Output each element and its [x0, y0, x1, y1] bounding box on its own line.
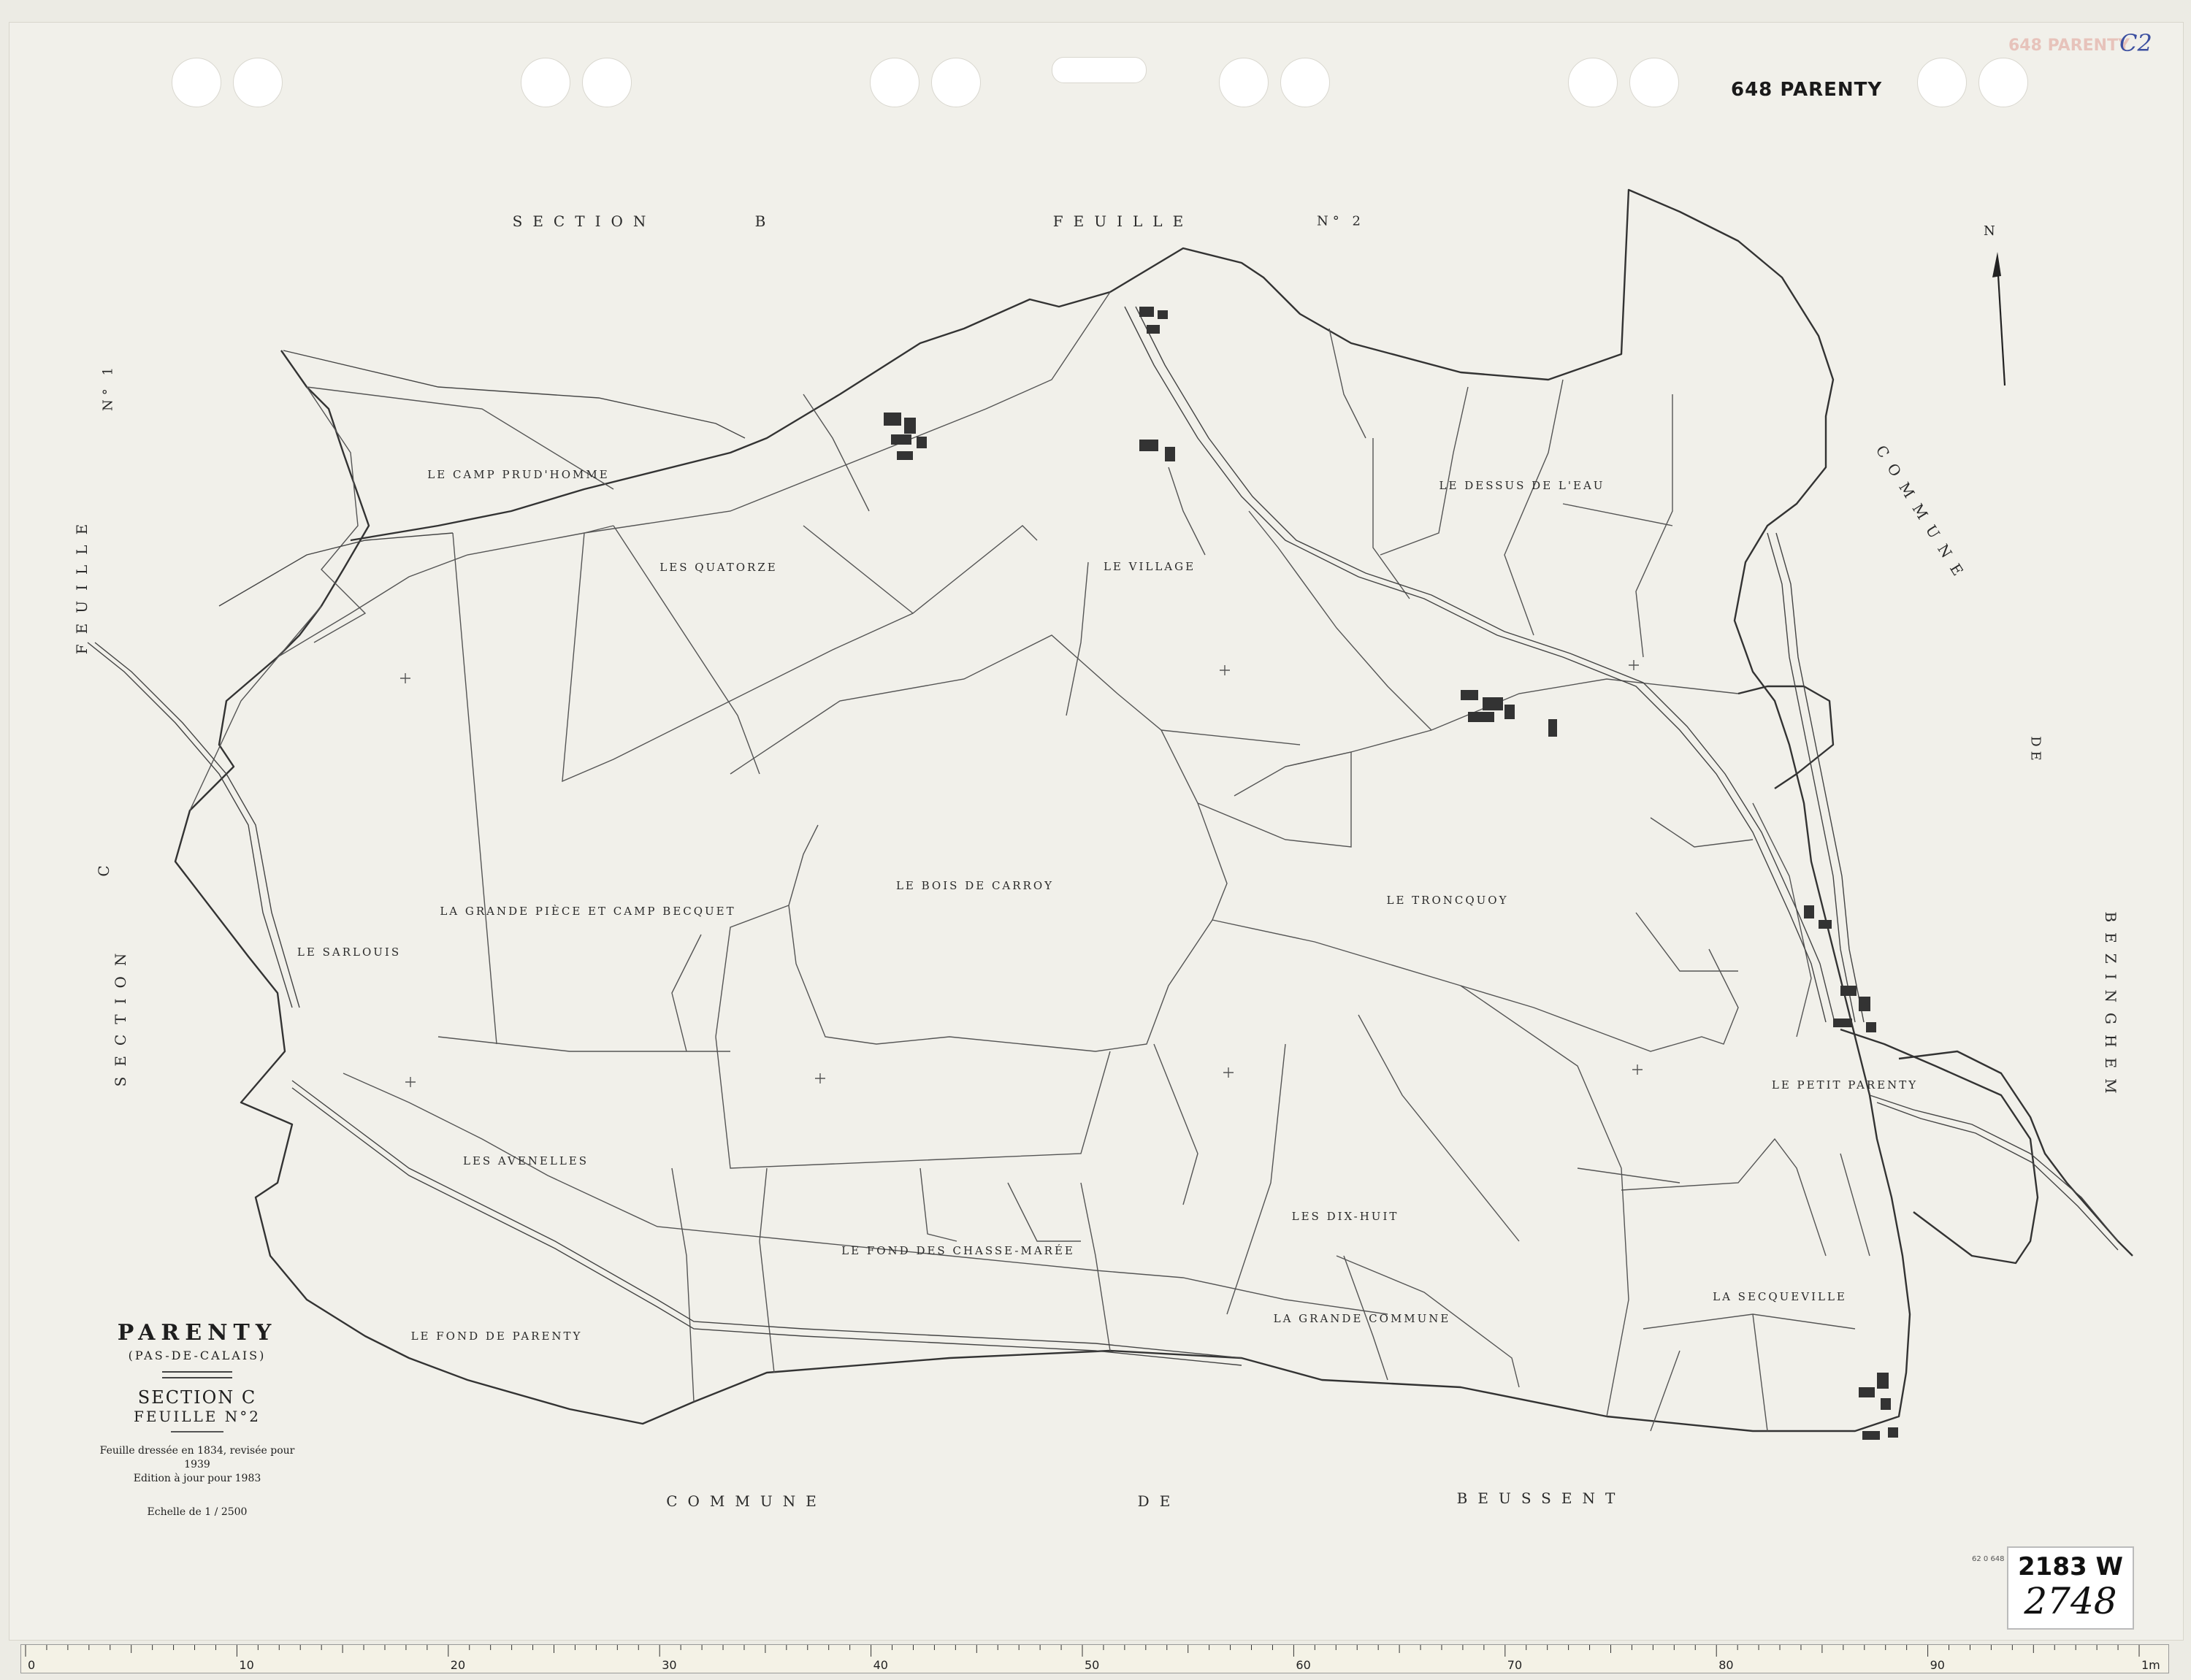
feuille-label: FEUILLE N°2	[134, 1408, 261, 1425]
archive-code: 2183 W	[2018, 1552, 2123, 1581]
right-de-label: DE	[2027, 736, 2043, 765]
ruler-ticks: 0 10 20 30 40 50 60 70 80 90 1m	[25, 1645, 2160, 1672]
place-name: LA GRANDE PIÈCE ET CAMP BECQUET	[440, 905, 736, 918]
roads	[87, 306, 2119, 1366]
ruler-label: 90	[1930, 1658, 1945, 1672]
left-feuille-number: N° 1	[100, 363, 116, 411]
measuring-ruler: 0 10 20 30 40 50 60 70 80 90 1m	[20, 1644, 2169, 1673]
commune-boundary	[174, 188, 2133, 1432]
parcel-lines	[189, 291, 1870, 1432]
ruler-label: 60	[1296, 1658, 1310, 1672]
place-name: LE CAMP PRUD'HOMME	[427, 468, 610, 481]
place-name: LES DIX-HUIT	[1291, 1210, 1399, 1223]
bottom-commune-label: COMMUNE	[666, 1492, 827, 1510]
place-name: LE BOIS DE CARROY	[895, 879, 1055, 892]
ruler-label: 30	[662, 1658, 676, 1672]
bottom-beussent-label: BEUSSENT	[1456, 1489, 1626, 1507]
place-name: LE FOND DE PARENTY	[410, 1330, 583, 1343]
adjacent-section-letter: B	[754, 212, 776, 230]
ruler-label: 20	[451, 1658, 465, 1672]
ruler-label: 50	[1085, 1658, 1099, 1672]
left-section-label: SECTION	[112, 943, 129, 1087]
ruler-label: 1m	[2141, 1658, 2160, 1672]
survey-note: Feuille dressée en 1834, revisée pour 19…	[99, 1445, 295, 1470]
left-feuille-label: FEUILLE	[73, 513, 91, 655]
bottom-de-label: DE	[1137, 1492, 1181, 1510]
ruler-label: 70	[1507, 1658, 1522, 1672]
sheet-reference: 62 0 648	[1972, 1555, 2005, 1563]
left-section-letter: C	[95, 855, 112, 877]
map-legend: PARENTY (PAS-DE-CALAIS) SECTION C FEUILL…	[88, 1320, 307, 1518]
place-name: LA GRANDE COMMUNE	[1273, 1312, 1451, 1325]
right-bezinghem-label: BEZINGHEM	[2102, 911, 2119, 1104]
legend-divider	[162, 1371, 232, 1378]
ruler-label: 0	[28, 1658, 35, 1672]
scale-label: Echelle de 1 / 2500	[147, 1506, 248, 1518]
north-label: N	[1984, 223, 1995, 239]
survey-crosses	[400, 660, 1643, 1087]
ruler-label: 10	[239, 1658, 253, 1672]
legend-rule	[171, 1431, 223, 1432]
adjacent-feuille-number: N° 2	[1317, 213, 1365, 229]
adjacent-section-label: SECTION	[512, 212, 657, 230]
commune-title: PARENTY	[117, 1320, 278, 1346]
place-name: LE VILLAGE	[1103, 560, 1196, 573]
place-name: LE PETIT PARENTY	[1771, 1078, 1919, 1092]
north-arrow	[1992, 252, 2006, 386]
place-name: LE SARLOUIS	[297, 946, 402, 959]
parcel-map	[87, 188, 2133, 1440]
place-name: LE TRONCQUOY	[1386, 894, 1509, 907]
place-name: LES AVENELLES	[462, 1154, 589, 1167]
department-label: (PAS-DE-CALAIS)	[128, 1349, 267, 1362]
buildings	[884, 307, 1898, 1440]
ruler-label: 80	[1718, 1658, 1733, 1672]
archive-number: 2748	[2024, 1580, 2117, 1622]
place-name: LA SECQUEVILLE	[1713, 1290, 1847, 1303]
place-name: LE FOND DES CHASSE-MARÉE	[841, 1244, 1075, 1257]
update-note: Edition à jour pour 1983	[133, 1473, 261, 1484]
archive-label: 2183 W 2748	[2007, 1546, 2134, 1630]
place-name: LE DESSUS DE L'EAU	[1439, 479, 1605, 492]
adjacent-feuille-label: FEUILLE	[1052, 212, 1194, 230]
place-name: LES QUATORZE	[659, 561, 778, 574]
section-label: SECTION C	[137, 1387, 257, 1408]
ruler-label: 40	[873, 1658, 888, 1672]
